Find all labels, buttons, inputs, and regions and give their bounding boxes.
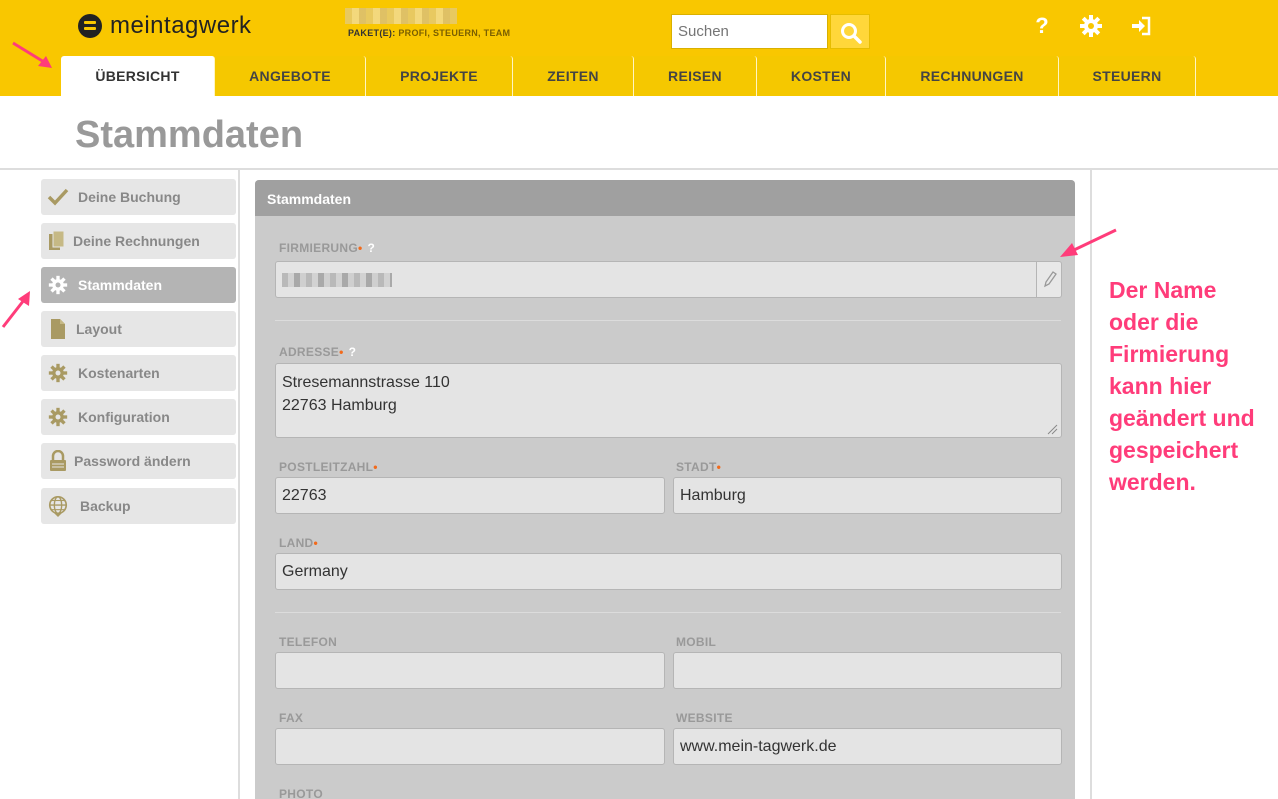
logout-icon[interactable]: [1129, 14, 1153, 38]
tab-angebote[interactable]: ANGEBOTE: [215, 56, 366, 96]
sidebar-item-password-aendern[interactable]: Password ändern: [41, 443, 236, 479]
sidebar-item-layout[interactable]: Layout: [41, 311, 236, 347]
help-icon[interactable]: ?: [1030, 14, 1054, 38]
firmierung-label-text: FIRMIERUNG: [279, 241, 358, 255]
tab-rechnungen[interactable]: RECHNUNGEN: [886, 56, 1059, 96]
tab-kosten[interactable]: KOSTEN: [757, 56, 886, 96]
mobil-field[interactable]: [673, 652, 1062, 689]
required-mark: •: [339, 345, 344, 359]
website-field[interactable]: www.mein-tagwerk.de: [673, 728, 1062, 765]
help-icon[interactable]: ?: [368, 241, 376, 255]
sidebar-item-label: Kostenarten: [78, 365, 160, 381]
website-label: WEBSITE: [676, 711, 733, 725]
sidebar-item-label: Backup: [80, 498, 131, 514]
land-field[interactable]: Germany: [275, 553, 1062, 590]
paket-label: PAKET(E):: [348, 28, 396, 38]
sidebar-item-label: Stammdaten: [78, 277, 163, 293]
documents-icon: [46, 230, 68, 252]
divider: [238, 170, 240, 799]
gear-icon: [47, 362, 69, 384]
page-title: Stammdaten: [75, 114, 304, 156]
search-icon: [841, 23, 862, 44]
required-mark: •: [716, 460, 722, 474]
sidebar-item-kostenarten[interactable]: Kostenarten: [41, 355, 236, 391]
land-label-text: LAND: [279, 536, 314, 550]
firmierung-label: FIRMIERUNG•?: [279, 241, 375, 255]
sidebar-item-label: Konfiguration: [78, 409, 170, 425]
stadt-label: STADT•: [676, 460, 721, 474]
account-name-blurred: [345, 8, 457, 24]
sidebar-item-label: Deine Rechnungen: [73, 233, 200, 249]
land-label: LAND•: [279, 536, 318, 550]
sidebar-item-deine-rechnungen[interactable]: Deine Rechnungen: [41, 223, 236, 259]
gear-icon: [47, 406, 69, 428]
plz-label: POSTLEITZAHL•: [279, 460, 378, 474]
sidebar-item-label: Password ändern: [74, 453, 191, 469]
search-input[interactable]: [671, 14, 828, 49]
plz-field[interactable]: 22763: [275, 477, 665, 514]
stadt-label-text: STADT: [676, 460, 717, 474]
logo-icon: [78, 14, 102, 38]
annotation-arrow-edit: [1060, 228, 1117, 257]
firmierung-field[interactable]: [275, 261, 1037, 298]
annotation-text: Der Name oder die Firmierung kann hier g…: [1109, 277, 1255, 495]
divider: [1090, 170, 1092, 799]
tab-steuern[interactable]: STEUERN: [1059, 56, 1196, 96]
tab-uebersicht[interactable]: ÜBERSICHT: [61, 56, 215, 96]
adresse-label: ADRESSE•?: [279, 345, 356, 359]
resize-handle-icon[interactable]: [1046, 423, 1058, 435]
document-icon: [47, 318, 69, 340]
adresse-label-text: ADRESSE: [279, 345, 340, 359]
telefon-field[interactable]: [275, 652, 665, 689]
pencil-icon: [1044, 271, 1057, 288]
required-mark: •: [313, 536, 319, 550]
annotation-arrow-sidebar: [1, 291, 30, 328]
fax-field[interactable]: [275, 728, 665, 765]
mobil-label: MOBIL: [676, 635, 717, 649]
plz-label-text: POSTLEITZAHL: [279, 460, 374, 474]
main-nav-tabs: ÜBERSICHT ANGEBOTE PROJEKTE ZEITEN REISE…: [61, 56, 1196, 96]
logo-text: meintagwerk: [110, 12, 252, 39]
divider: [0, 168, 1278, 170]
photo-label: PHOTO: [279, 787, 323, 799]
fax-label: FAX: [279, 711, 304, 725]
required-mark: •: [373, 460, 378, 474]
sidebar-item-label: Layout: [76, 321, 122, 337]
sidebar-item-deine-buchung[interactable]: Deine Buchung: [41, 179, 236, 215]
required-mark: •: [358, 241, 363, 255]
lock-icon: [47, 450, 69, 472]
tab-projekte[interactable]: PROJEKTE: [366, 56, 513, 96]
edit-button[interactable]: [1036, 261, 1062, 298]
firmierung-value-blurred: [282, 272, 392, 287]
sidebar-item-konfiguration[interactable]: Konfiguration: [41, 399, 236, 435]
tab-reisen[interactable]: REISEN: [634, 56, 757, 96]
sidebar-item-backup[interactable]: Backup: [41, 488, 236, 524]
check-icon: [47, 186, 69, 208]
search-button[interactable]: [830, 14, 870, 49]
annotation-arrow-tab: [12, 41, 52, 68]
paket-info: PAKET(E): PROFI, STEUERN, TEAM: [348, 28, 510, 38]
divider: [275, 612, 1061, 613]
paket-value: PROFI, STEUERN, TEAM: [398, 28, 511, 38]
logo[interactable]: meintagwerk: [78, 12, 252, 40]
globe-icon: [47, 495, 69, 517]
tab-zeiten[interactable]: ZEITEN: [513, 56, 634, 96]
gear-icon: [47, 274, 69, 296]
sidebar-item-stammdaten[interactable]: Stammdaten: [41, 267, 236, 303]
stadt-field[interactable]: Hamburg: [673, 477, 1062, 514]
help-icon[interactable]: ?: [349, 345, 357, 359]
settings-gear-icon[interactable]: [1079, 14, 1103, 38]
sidebar-item-label: Deine Buchung: [78, 189, 181, 205]
panel-title: Stammdaten: [255, 180, 1075, 216]
top-bar: meintagwerk PAKET(E): PROFI, STEUERN, TE…: [0, 0, 1278, 96]
telefon-label: TELEFON: [279, 635, 338, 649]
divider: [275, 320, 1061, 321]
adresse-textarea[interactable]: Stresemannstrasse 110 22763 Hamburg: [275, 363, 1062, 438]
